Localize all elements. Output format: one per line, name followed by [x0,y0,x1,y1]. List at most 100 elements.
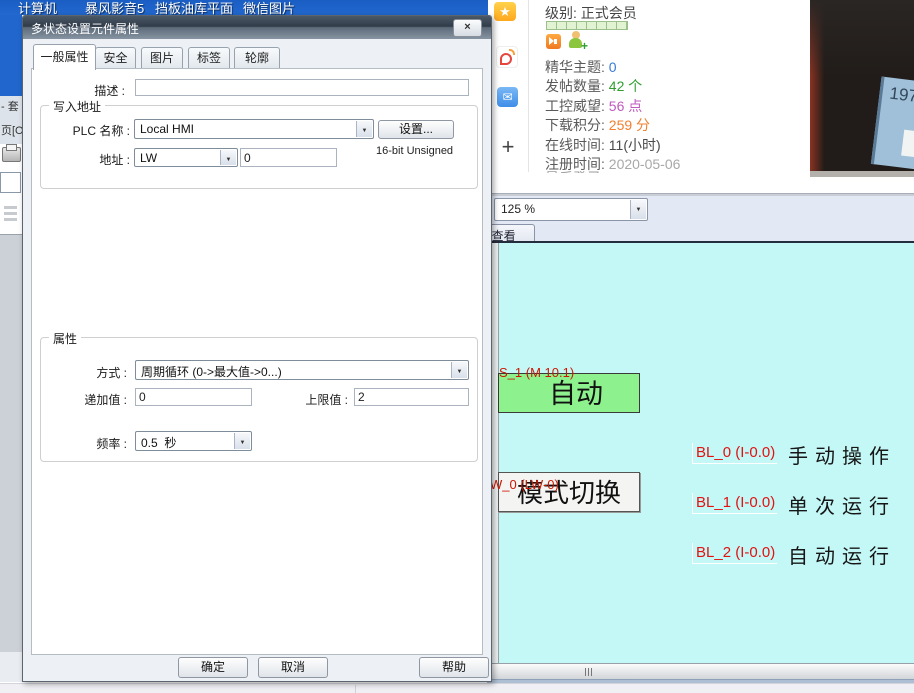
close-icon[interactable]: × [453,19,482,37]
stat-row: 下载积分: 259 分 [545,115,650,135]
stat-row: 在线时间: 11(小时) [545,135,661,155]
plc-tag-label: S_1 (M 10.1) [499,365,574,380]
cancel-button[interactable]: 取消 [258,657,328,678]
desktop-icon-label[interactable]: 计算机 [18,0,57,15]
mode-value: 周期循环 (0->最大值->0...) [141,363,282,380]
chevron-down-icon: ▼ [636,207,642,213]
zoom-level-value: 125 % [501,202,535,216]
add-friend-icon[interactable]: + [567,31,586,50]
person-plus-shape: + [581,40,588,52]
status-bar-divider [355,685,356,693]
desktop-strip: 计算机 暴风影音5 挡板油库平面 微信图片 [0,0,488,15]
mail-icon[interactable]: ✉ [497,87,518,107]
weibo-share-icon[interactable] [496,46,518,68]
address-input[interactable] [240,148,337,167]
photo-card-number: 197 [888,84,914,107]
description-label: 描述 : [67,82,125,99]
combo-dropdown-button[interactable]: ▼ [451,362,467,378]
combo-dropdown-button[interactable]: ▼ [356,121,372,137]
desktop-icon-label[interactable]: 挡板油库平面 [155,0,233,15]
favorite-star-icon[interactable]: ★ [494,2,516,21]
ok-button[interactable]: 确定 [178,657,248,678]
desktop-icon-label[interactable]: 暴风影音5 [85,0,144,15]
tab-security[interactable]: 安全 [95,47,136,69]
fragment-menu-text: 页[O] [1,122,22,138]
member-level-text: 级别: 正式会员 [545,3,637,23]
combo-dropdown-button[interactable]: ▼ [220,150,236,165]
level-progress-bar [546,21,628,30]
weibo-spark-shape [509,49,515,55]
chevron-down-icon: ▼ [240,440,246,446]
chevron-down-icon: ▼ [362,128,368,134]
tab-picture[interactable]: 图片 [141,47,183,69]
plc-name-label: PLC 名称 : [50,122,130,139]
io-description-text: 自动运行 [788,540,896,569]
tab-profile[interactable]: 轮廓 [234,47,280,69]
io-tag-label: BL_0 (I-0.0) [692,443,777,464]
combo-dropdown-button[interactable]: ▼ [234,433,250,449]
address-type-value: LW [140,151,157,165]
stat-value: 11(小时) [609,137,661,153]
plus-icon[interactable]: + [500,138,516,156]
upper-limit-input[interactable] [354,388,469,406]
stat-label: 下载积分: [545,117,609,133]
stat-row: 精华主题: 0 [545,57,617,77]
address-label: 地址 : [62,151,130,168]
general-tab-page: 描述 : 写入地址 PLC 名称 : Local HMI ▼ 设置... 地址 … [31,68,483,655]
background-window-fragment: - 套 页[O] [0,96,22,144]
tab-label[interactable]: 标签 [188,47,230,69]
address-format-label: 16-bit Unsigned [376,145,453,157]
attribute-group-label: 属性 [49,330,81,347]
desktop-icon-label[interactable]: 微信图片 [243,0,295,15]
stat-value: 42 个 [609,78,642,94]
photo-thumbnail: 197 [810,0,914,171]
dialog-titlebar[interactable]: 多状态设置元件属性 × [23,16,491,39]
mode-label: 方式 : [72,364,127,381]
photo-blue-card: 197 [871,76,914,171]
stat-value: 0 [609,59,617,75]
align-icon[interactable] [4,206,17,222]
stat-label: 精华主题: [545,59,609,75]
write-address-group-label: 写入地址 [49,98,105,115]
stat-row-clipped: 最后登录: 2020-08-10 [545,168,680,173]
plc-name-combobox[interactable]: Local HMI ▼ [134,119,374,139]
scrollbar-grip-icon[interactable] [585,668,594,676]
chevron-down-icon: ▼ [226,157,232,163]
stat-label: 在线时间: [545,137,609,153]
description-input[interactable] [135,79,469,96]
sidebar-divider [528,0,529,172]
stat-label: 工控威望: [545,98,609,114]
desktop-left-strip [0,15,22,96]
speaker-icon[interactable] [546,34,561,49]
zoom-level-combobox[interactable]: 125 % ▼ [494,198,648,221]
toolbar-field-fragment [0,172,21,193]
horizontal-scrollbar[interactable] [490,663,914,680]
multistate-properties-dialog: 多状态设置元件属性 × 一般属性 安全 图片 标签 轮廓 描述 : 写入地址 P… [22,15,492,682]
dialog-title: 多状态设置元件属性 [31,20,139,37]
background-panel-light [0,652,22,682]
stat-row: 发帖数量: 42 个 [545,76,642,96]
io-tag-label: BL_2 (I-0.0) [692,543,777,564]
frequency-label: 频率 : [72,435,127,452]
combo-dropdown-button[interactable]: ▼ [630,200,646,219]
increment-label: 递加值 : [60,391,127,408]
stat-row: 工控威望: 56 点 [545,96,642,116]
help-button[interactable]: 帮助 [419,657,489,678]
photo-shade [810,0,914,77]
increment-input[interactable] [135,388,252,406]
plc-tag-label: W_0 (LW-0) [490,477,559,492]
status-bar [0,683,914,693]
stat-label: 发帖数量: [545,78,609,94]
tab-general[interactable]: 一般属性 [33,44,96,70]
screen: 计算机 暴风影音5 挡板油库平面 微信图片 - 套 页[O] ★ ✉ + 级别:… [0,0,914,693]
frequency-value: 0.5 秒 [141,434,176,451]
chevron-down-icon: ▼ [457,369,463,375]
photo-white-patch [901,130,914,158]
settings-button[interactable]: 设置... [378,120,454,139]
address-type-combobox[interactable]: LW ▼ [134,148,238,167]
mode-combobox[interactable]: 周期循环 (0->最大值->0...) ▼ [135,360,469,380]
io-description-text: 手动操作 [788,440,896,469]
printer-icon[interactable] [2,147,21,162]
io-tag-label: BL_1 (I-0.0) [692,493,777,514]
frequency-combobox[interactable]: 0.5 秒 ▼ [135,431,252,451]
